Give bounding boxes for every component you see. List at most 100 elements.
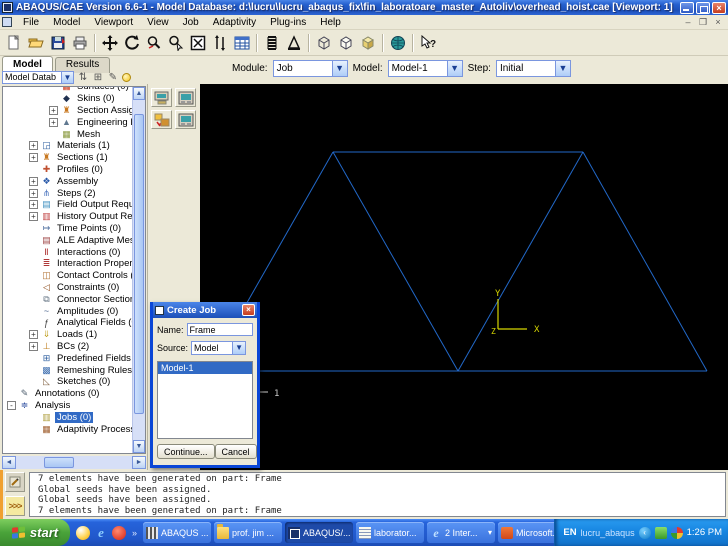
hidden-line-render-icon[interactable]	[335, 32, 357, 54]
menu-job[interactable]: Job	[176, 16, 206, 29]
tree-item-sections-1[interactable]: +♜Sections (1)	[3, 152, 132, 164]
tree-item-contact-controls-0[interactable]: ◫Contact Controls (0)	[3, 270, 132, 282]
save-icon[interactable]	[47, 32, 69, 54]
language-bar-text[interactable]: lucru_abaqus	[581, 528, 635, 538]
tree-item-annotations-0[interactable]: ✎Annotations (0)	[3, 388, 132, 400]
expand-icon[interactable]: +	[29, 342, 38, 351]
expand-icon[interactable]: +	[29, 212, 38, 221]
open-folder-icon[interactable]	[25, 32, 47, 54]
mdi-minimize-icon[interactable]: –	[682, 17, 694, 28]
language-bar-icon[interactable]: ‹	[639, 527, 651, 539]
tray-app-icon[interactable]	[655, 527, 667, 539]
close-icon[interactable]: ×	[712, 2, 726, 14]
taskbar-button-abaqus[interactable]: ABAQUS/...	[285, 522, 353, 543]
tree-item-predefined-fields-0[interactable]: ⊞Predefined Fields (0)	[3, 352, 132, 364]
menu-viewport[interactable]: Viewport	[87, 16, 140, 29]
tree-item-mesh[interactable]: ▦Mesh	[3, 128, 132, 140]
opera-icon[interactable]	[112, 526, 126, 540]
tree-vertical-scrollbar[interactable]: ▲ ▼	[132, 87, 145, 453]
magnify-icon[interactable]	[143, 32, 165, 54]
create-adaptivity-icon[interactable]	[175, 110, 196, 129]
viewport-canvas[interactable]: YXZ1	[200, 84, 728, 470]
tray-color-icon[interactable]	[671, 527, 683, 539]
menu-plug-ins[interactable]: Plug-ins	[263, 16, 313, 29]
create-job-icon[interactable]	[175, 88, 196, 107]
menu-model[interactable]: Model	[46, 16, 87, 29]
tree-item-sketches-0[interactable]: ◺Sketches (0)	[3, 376, 132, 388]
tree-item-analysis[interactable]: -≑Analysis	[3, 400, 132, 412]
message-log-icon[interactable]	[5, 472, 25, 492]
messenger-icon[interactable]	[76, 526, 90, 540]
taskbar-button-laborator[interactable]: laborator...	[356, 522, 424, 543]
tree-item-connector-sections-0[interactable]: ⧉Connector Sections (0)	[3, 293, 132, 305]
expand-icon[interactable]: +	[29, 200, 38, 209]
tree-scope-combobox[interactable]: Model Datab ▼	[2, 71, 74, 84]
tree-item-ale-adaptive-mesh-constraints[interactable]: ▤ALE Adaptive Mesh Constraints	[3, 234, 132, 246]
taskbar-button-abaqus[interactable]: ABAQUS ...	[143, 522, 211, 543]
sort-arrows-icon[interactable]: ⇅	[77, 72, 89, 83]
tree-item-jobs-0[interactable]: ▥Jobs (0)	[3, 411, 132, 423]
tree-item-steps-2[interactable]: +⋔Steps (2)	[3, 187, 132, 199]
tree-item-analytical-fields-0[interactable]: ƒAnalytical Fields (0)	[3, 317, 132, 329]
render-beam-profiles-icon[interactable]	[261, 32, 283, 54]
restore-icon[interactable]	[696, 2, 710, 14]
expand-icon[interactable]: +	[49, 118, 58, 127]
source-select[interactable]: Model ▼	[191, 341, 246, 355]
shaded-render-icon[interactable]	[357, 32, 379, 54]
wireframe-render-icon[interactable]	[313, 32, 335, 54]
expand-icon[interactable]: +	[29, 153, 38, 162]
tree-horizontal-scrollbar[interactable]: ◄ ►	[2, 456, 146, 469]
expand-icon[interactable]: +	[29, 141, 38, 150]
minimize-icon[interactable]	[680, 2, 694, 14]
tree-item-materials-1[interactable]: +◲Materials (1)	[3, 140, 132, 152]
collapse-icon[interactable]: -	[7, 401, 16, 410]
fit-view-icon[interactable]	[187, 32, 209, 54]
menu-file[interactable]: File	[16, 16, 46, 29]
expand-icon[interactable]: +	[49, 106, 58, 115]
tree-item-constraints-0[interactable]: ◁Constraints (0)	[3, 282, 132, 294]
zoom-select-icon[interactable]	[165, 32, 187, 54]
dialog-title-bar[interactable]: Create Job ×	[153, 302, 257, 318]
internet-explorer-icon[interactable]: e	[94, 526, 108, 540]
model-select[interactable]: Model-1▼	[388, 60, 463, 77]
command-line-icon[interactable]: >>>	[5, 496, 25, 516]
tree-item-engineering-features[interactable]: +▲Engineering Features	[3, 116, 132, 128]
job-manager-icon[interactable]	[151, 88, 172, 107]
taskbar-button-2-inter[interactable]: e2 Inter...▾	[427, 522, 495, 543]
model-list-item[interactable]: Model-1	[158, 362, 252, 374]
lightbulb-icon[interactable]	[122, 73, 131, 82]
module-select[interactable]: Job▼	[273, 60, 348, 77]
adaptivity-manager-icon[interactable]	[151, 110, 172, 129]
step-select[interactable]: Initial▼	[496, 60, 571, 77]
continue-button[interactable]: Continue...	[157, 444, 215, 459]
close-icon[interactable]: ×	[242, 304, 255, 316]
new-file-icon[interactable]	[3, 32, 25, 54]
taskbar-button-prof-jim[interactable]: prof. jim ...	[214, 522, 282, 543]
taskbar-button-microsoft[interactable]: Microsoft...	[498, 522, 554, 543]
print-icon[interactable]	[69, 32, 91, 54]
model-listbox[interactable]: Model-1	[157, 361, 253, 439]
tree-item-interaction-properties-0[interactable]: ≣Interaction Properties (0)	[3, 258, 132, 270]
cancel-button[interactable]: Cancel	[215, 444, 257, 459]
tree-item-assembly[interactable]: +❖Assembly	[3, 175, 132, 187]
tree-item-amplitudes-0[interactable]: ~Amplitudes (0)	[3, 305, 132, 317]
expand-icon[interactable]: +	[29, 330, 38, 339]
menu-help[interactable]: Help	[313, 16, 348, 29]
tree-item-history-output-requests[interactable]: +▥History Output Requests	[3, 211, 132, 223]
message-log[interactable]: 7 elements have been generated on part: …	[29, 472, 726, 517]
create-item-icon[interactable]: ⊞	[92, 72, 104, 83]
tree-item-remeshing-rules-0[interactable]: ▩Remeshing Rules (0)	[3, 364, 132, 376]
expand-icon[interactable]: +	[29, 189, 38, 198]
render-style-sphere-icon[interactable]	[387, 32, 409, 54]
pan-icon[interactable]	[99, 32, 121, 54]
mdi-restore-icon[interactable]: ❒	[697, 17, 709, 28]
edit-pencil-icon[interactable]: ✎	[107, 72, 119, 83]
tree-item-adaptivity-processes-0[interactable]: ▦Adaptivity Processes (0)	[3, 423, 132, 435]
tree-item-bcs-2[interactable]: +⊥BCs (2)	[3, 341, 132, 353]
menu-adaptivity[interactable]: Adaptivity	[206, 16, 263, 29]
render-shell-thickness-icon[interactable]	[283, 32, 305, 54]
language-badge[interactable]: EN	[563, 527, 576, 538]
mdi-close-icon[interactable]: ×	[712, 17, 724, 28]
context-help-icon[interactable]: ?	[417, 32, 439, 54]
tree-item-interactions-0[interactable]: ⅡInteractions (0)	[3, 246, 132, 258]
